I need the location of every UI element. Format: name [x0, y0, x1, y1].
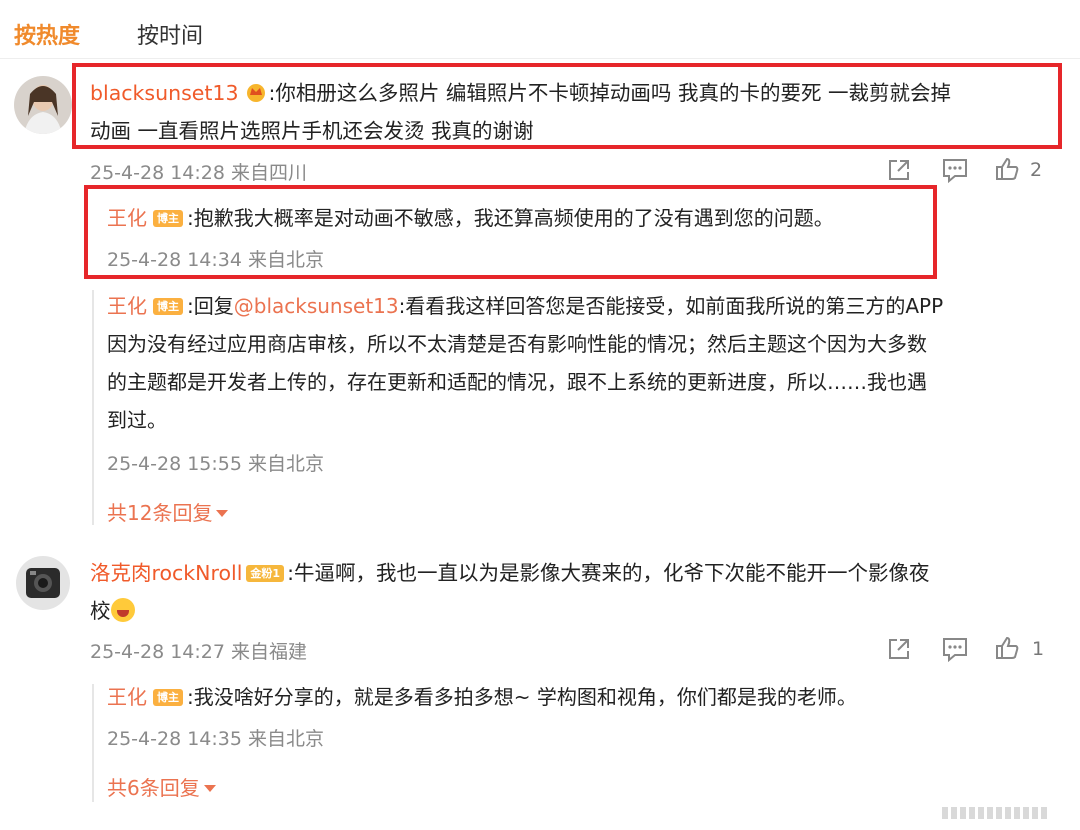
comment-meta: 25-4-28 14:28 来自四川 [90, 162, 307, 184]
avatar[interactable] [16, 556, 70, 610]
share-icon[interactable] [886, 157, 912, 183]
reply-item: 王化 博主:抱歉我大概率是对动画不敏感，我还算高频使用的了没有遇到您的问题。 [107, 199, 834, 237]
tab-time[interactable]: 按时间 [137, 18, 203, 50]
more-replies-link[interactable]: 共12条回复 [107, 497, 229, 526]
reply-text: :我没啥好分享的，就是多看多拍多想~ 学构图和视角，你们都是我的老师。 [187, 685, 857, 709]
laugh-emoji-icon [110, 598, 135, 622]
blogger-badge: 博主 [153, 689, 183, 706]
share-icon[interactable] [886, 636, 912, 662]
reply-meta: 25-4-28 14:35 来自北京 [107, 728, 324, 750]
reply-item: 王化 博主:回复@blacksunset13:看看我这样回答您是否能接受，如前面我… [107, 287, 1057, 325]
mention-link[interactable]: @blacksunset13 [234, 294, 399, 318]
reply-thread-line [92, 684, 94, 802]
comment-text: :你相册这么多照片 编辑照片不卡顿掉动画吗 我真的卡的要死 一裁剪就会掉 [268, 81, 951, 105]
reply-meta: 25-4-28 14:34 来自北京 [107, 249, 324, 271]
reply-meta: 25-4-28 15:55 来自北京 [107, 453, 324, 475]
like-count: 2 [1030, 159, 1043, 181]
reply-text-line: 到过。 [107, 408, 167, 432]
chevron-down-icon [216, 510, 229, 517]
avatar[interactable] [14, 76, 72, 134]
reply-text: :看看我这样回答您是否能接受，如前面我所说的第三方的APP [398, 294, 944, 318]
blogger-badge: 博主 [153, 298, 183, 315]
comment-username[interactable]: blacksunset13 [90, 81, 239, 105]
comment-text-line2: 校 [90, 592, 135, 630]
more-replies-label: 共6条回复 [107, 776, 200, 800]
blogger-badge: 博主 [153, 210, 183, 227]
comment-body: blacksunset13 :你相册这么多照片 编辑照片不卡顿掉动画吗 我真的卡的… [90, 74, 1050, 112]
reply-username[interactable]: 王化 [107, 685, 147, 709]
comment-text: 校 [90, 599, 111, 623]
like-icon[interactable] [994, 156, 1020, 182]
comment-body: 洛克肉rockNroll 金粉1:牛逼啊，我也一直以为是影像大赛来的，化爷下次能不… [90, 554, 1050, 592]
tab-hot[interactable]: 按热度 [14, 18, 80, 50]
watermark [942, 804, 1062, 819]
comment-text: :牛逼啊，我也一直以为是影像大赛来的，化爷下次能不能开一个影像夜 [287, 561, 930, 585]
chevron-down-icon [203, 785, 216, 792]
reply-prefix: :回复 [187, 294, 234, 318]
more-replies-label: 共12条回复 [107, 501, 213, 525]
more-replies-link[interactable]: 共6条回复 [107, 772, 216, 801]
comment-meta: 25-4-28 14:27 来自福建 [90, 641, 307, 663]
reply-username[interactable]: 王化 [107, 206, 147, 230]
comment-text-line2: 动画 一直看照片选照片手机还会发烫 我真的谢谢 [90, 119, 534, 143]
fan-badge: 金粉1 [246, 565, 285, 582]
comment-icon[interactable] [941, 636, 969, 662]
comment-icon[interactable] [941, 157, 969, 183]
reply-text-line: 的主题都是开发者上传的，存在更新和适配的情况，跟不上系统的更新进度，所以……我也… [107, 370, 927, 394]
reply-text-line: 因为没有经过应用商店审核，所以不太清楚是否有影响性能的情况；然后主题这个因为大多… [107, 332, 927, 356]
reply-text: :抱歉我大概率是对动画不敏感，我还算高频使用的了没有遇到您的问题。 [187, 206, 834, 230]
comment-username[interactable]: 洛克肉rockNroll [90, 561, 242, 585]
reply-username[interactable]: 王化 [107, 294, 147, 318]
reply-thread-line [92, 290, 94, 525]
tabs-divider [0, 58, 1080, 59]
like-icon[interactable] [994, 635, 1020, 661]
reply-item: 王化 博主:我没啥好分享的，就是多看多拍多想~ 学构图和视角，你们都是我的老师。 [107, 678, 857, 716]
vip-crown-icon [245, 76, 267, 102]
like-count: 1 [1032, 638, 1045, 660]
